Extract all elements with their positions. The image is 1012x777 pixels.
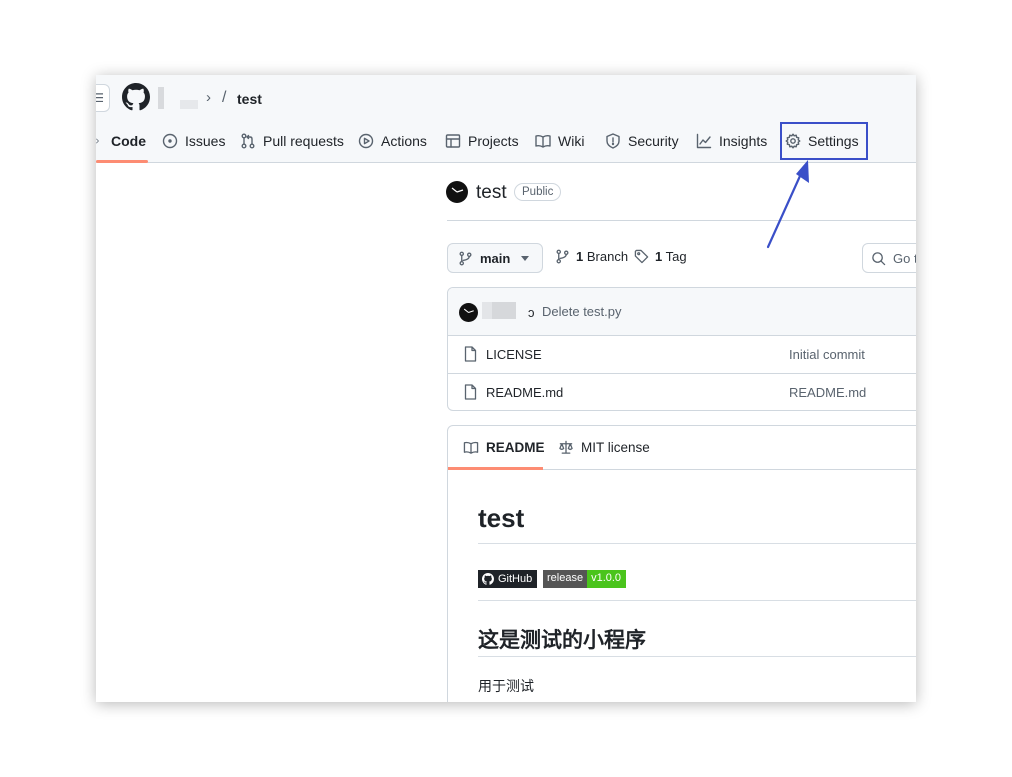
tab-readme[interactable]: README	[463, 440, 545, 455]
active-tab-indicator	[96, 160, 148, 163]
file-icon	[464, 346, 477, 362]
play-icon	[358, 133, 374, 149]
book-icon	[463, 441, 479, 454]
tab-projects-label: Projects	[468, 133, 519, 149]
tab-code[interactable]: Code	[96, 130, 146, 152]
tab-pull-requests-label: Pull requests	[263, 133, 344, 149]
readme-tabs: README MIT license	[448, 426, 916, 470]
owner-name-redacted	[158, 87, 164, 109]
tab-pull-requests[interactable]: Pull requests	[240, 130, 344, 152]
file-name[interactable]: LICENSE	[486, 347, 542, 362]
latest-commit-row: ↄ Delete test.py	[448, 288, 916, 336]
tab-actions-label: Actions	[381, 133, 427, 149]
tab-wiki[interactable]: Wiki	[535, 130, 584, 152]
github-badge-label: GitHub	[498, 573, 533, 585]
git-pull-request-icon	[241, 133, 255, 149]
tab-issues[interactable]: Issues	[162, 130, 225, 152]
repo-owner-avatar[interactable]	[446, 181, 468, 203]
branch-selector-button[interactable]: main	[447, 243, 543, 273]
book-icon	[535, 134, 551, 148]
issue-opened-icon	[162, 133, 178, 149]
branches-link[interactable]: 1 Branch	[555, 249, 628, 264]
readme-title: test	[478, 503, 525, 533]
readme-panel: README MIT license test GitHub release v…	[447, 425, 916, 702]
file-list: ↄ Delete test.py LICENSE Initial commit …	[447, 287, 916, 411]
breadcrumb-chevron: ›	[206, 89, 211, 106]
active-readme-tab-indicator	[448, 467, 543, 470]
divider	[478, 600, 916, 601]
branch-count-label: Branch	[586, 249, 629, 264]
tab-projects[interactable]: Projects	[445, 130, 519, 152]
table-row[interactable]: LICENSE Initial commit	[448, 336, 916, 373]
release-badge[interactable]: release v1.0.0	[543, 570, 627, 588]
github-badge[interactable]: GitHub	[478, 570, 538, 588]
graph-icon	[696, 133, 712, 149]
menu-icon[interactable]: ☰	[96, 84, 110, 112]
tab-issues-label: Issues	[185, 133, 226, 149]
file-commit-message[interactable]: README.md	[789, 385, 866, 400]
breadcrumb-repo-link[interactable]: test	[237, 91, 262, 107]
readme-paragraph: 用于测试	[478, 678, 534, 694]
branch-name: main	[480, 250, 511, 266]
file-commit-message[interactable]: Initial commit	[789, 347, 865, 362]
tab-wiki-label: Wiki	[558, 133, 585, 149]
committer-avatar[interactable]	[459, 303, 478, 322]
divider	[478, 543, 916, 544]
branch-count: 1	[576, 249, 584, 264]
tags-link[interactable]: 1 Tag	[634, 249, 687, 264]
tab-actions[interactable]: Actions	[358, 130, 427, 152]
github-logo-icon	[482, 573, 494, 585]
tab-readme-label: README	[486, 440, 545, 455]
tag-icon	[634, 249, 649, 264]
tab-security-label: Security	[628, 133, 679, 149]
shield-icon	[606, 133, 620, 149]
tab-insights[interactable]: Insights	[696, 130, 767, 152]
commit-glyph: ↄ	[528, 305, 535, 320]
tab-license-label: MIT license	[581, 440, 650, 455]
divider	[447, 220, 916, 221]
tab-insights-label: Insights	[719, 133, 768, 149]
repo-header-bar: ☰ › / test Code Issues Pull requests Act…	[96, 75, 916, 163]
github-logo-icon[interactable]	[122, 83, 150, 111]
breadcrumb-separator: /	[222, 89, 227, 106]
committer-name-redacted	[492, 302, 516, 319]
latest-commit-message[interactable]: Delete test.py	[542, 304, 622, 319]
release-badge-label: release	[543, 570, 588, 588]
tab-license[interactable]: MIT license	[558, 440, 650, 455]
caret-down-icon	[521, 255, 530, 261]
visibility-badge: Public	[514, 183, 562, 201]
table-row[interactable]: README.md README.md	[448, 373, 916, 410]
code-icon	[96, 138, 99, 144]
tag-count-label: Tag	[665, 249, 687, 264]
go-to-file-input[interactable]: Go t	[862, 243, 916, 273]
search-icon	[872, 251, 886, 265]
go-to-file-placeholder: Go t	[893, 250, 916, 266]
git-branch-icon	[459, 251, 472, 265]
readme-heading: 这是测试的小程序	[478, 629, 646, 652]
table-icon	[445, 134, 461, 148]
law-icon	[559, 440, 573, 454]
tab-security[interactable]: Security	[605, 130, 679, 152]
divider	[478, 656, 916, 657]
tab-code-label: Code	[111, 133, 146, 149]
release-badge-version: v1.0.0	[587, 570, 627, 588]
file-name[interactable]: README.md	[486, 385, 563, 400]
browser-screenshot: ☰ › / test Code Issues Pull requests Act…	[96, 75, 916, 702]
settings-highlight-annotation	[780, 122, 868, 160]
git-branch-icon	[556, 249, 569, 264]
repo-title[interactable]: test	[476, 182, 507, 204]
file-icon	[464, 384, 477, 400]
tag-count: 1	[655, 249, 663, 264]
owner-name-redacted	[180, 100, 198, 109]
